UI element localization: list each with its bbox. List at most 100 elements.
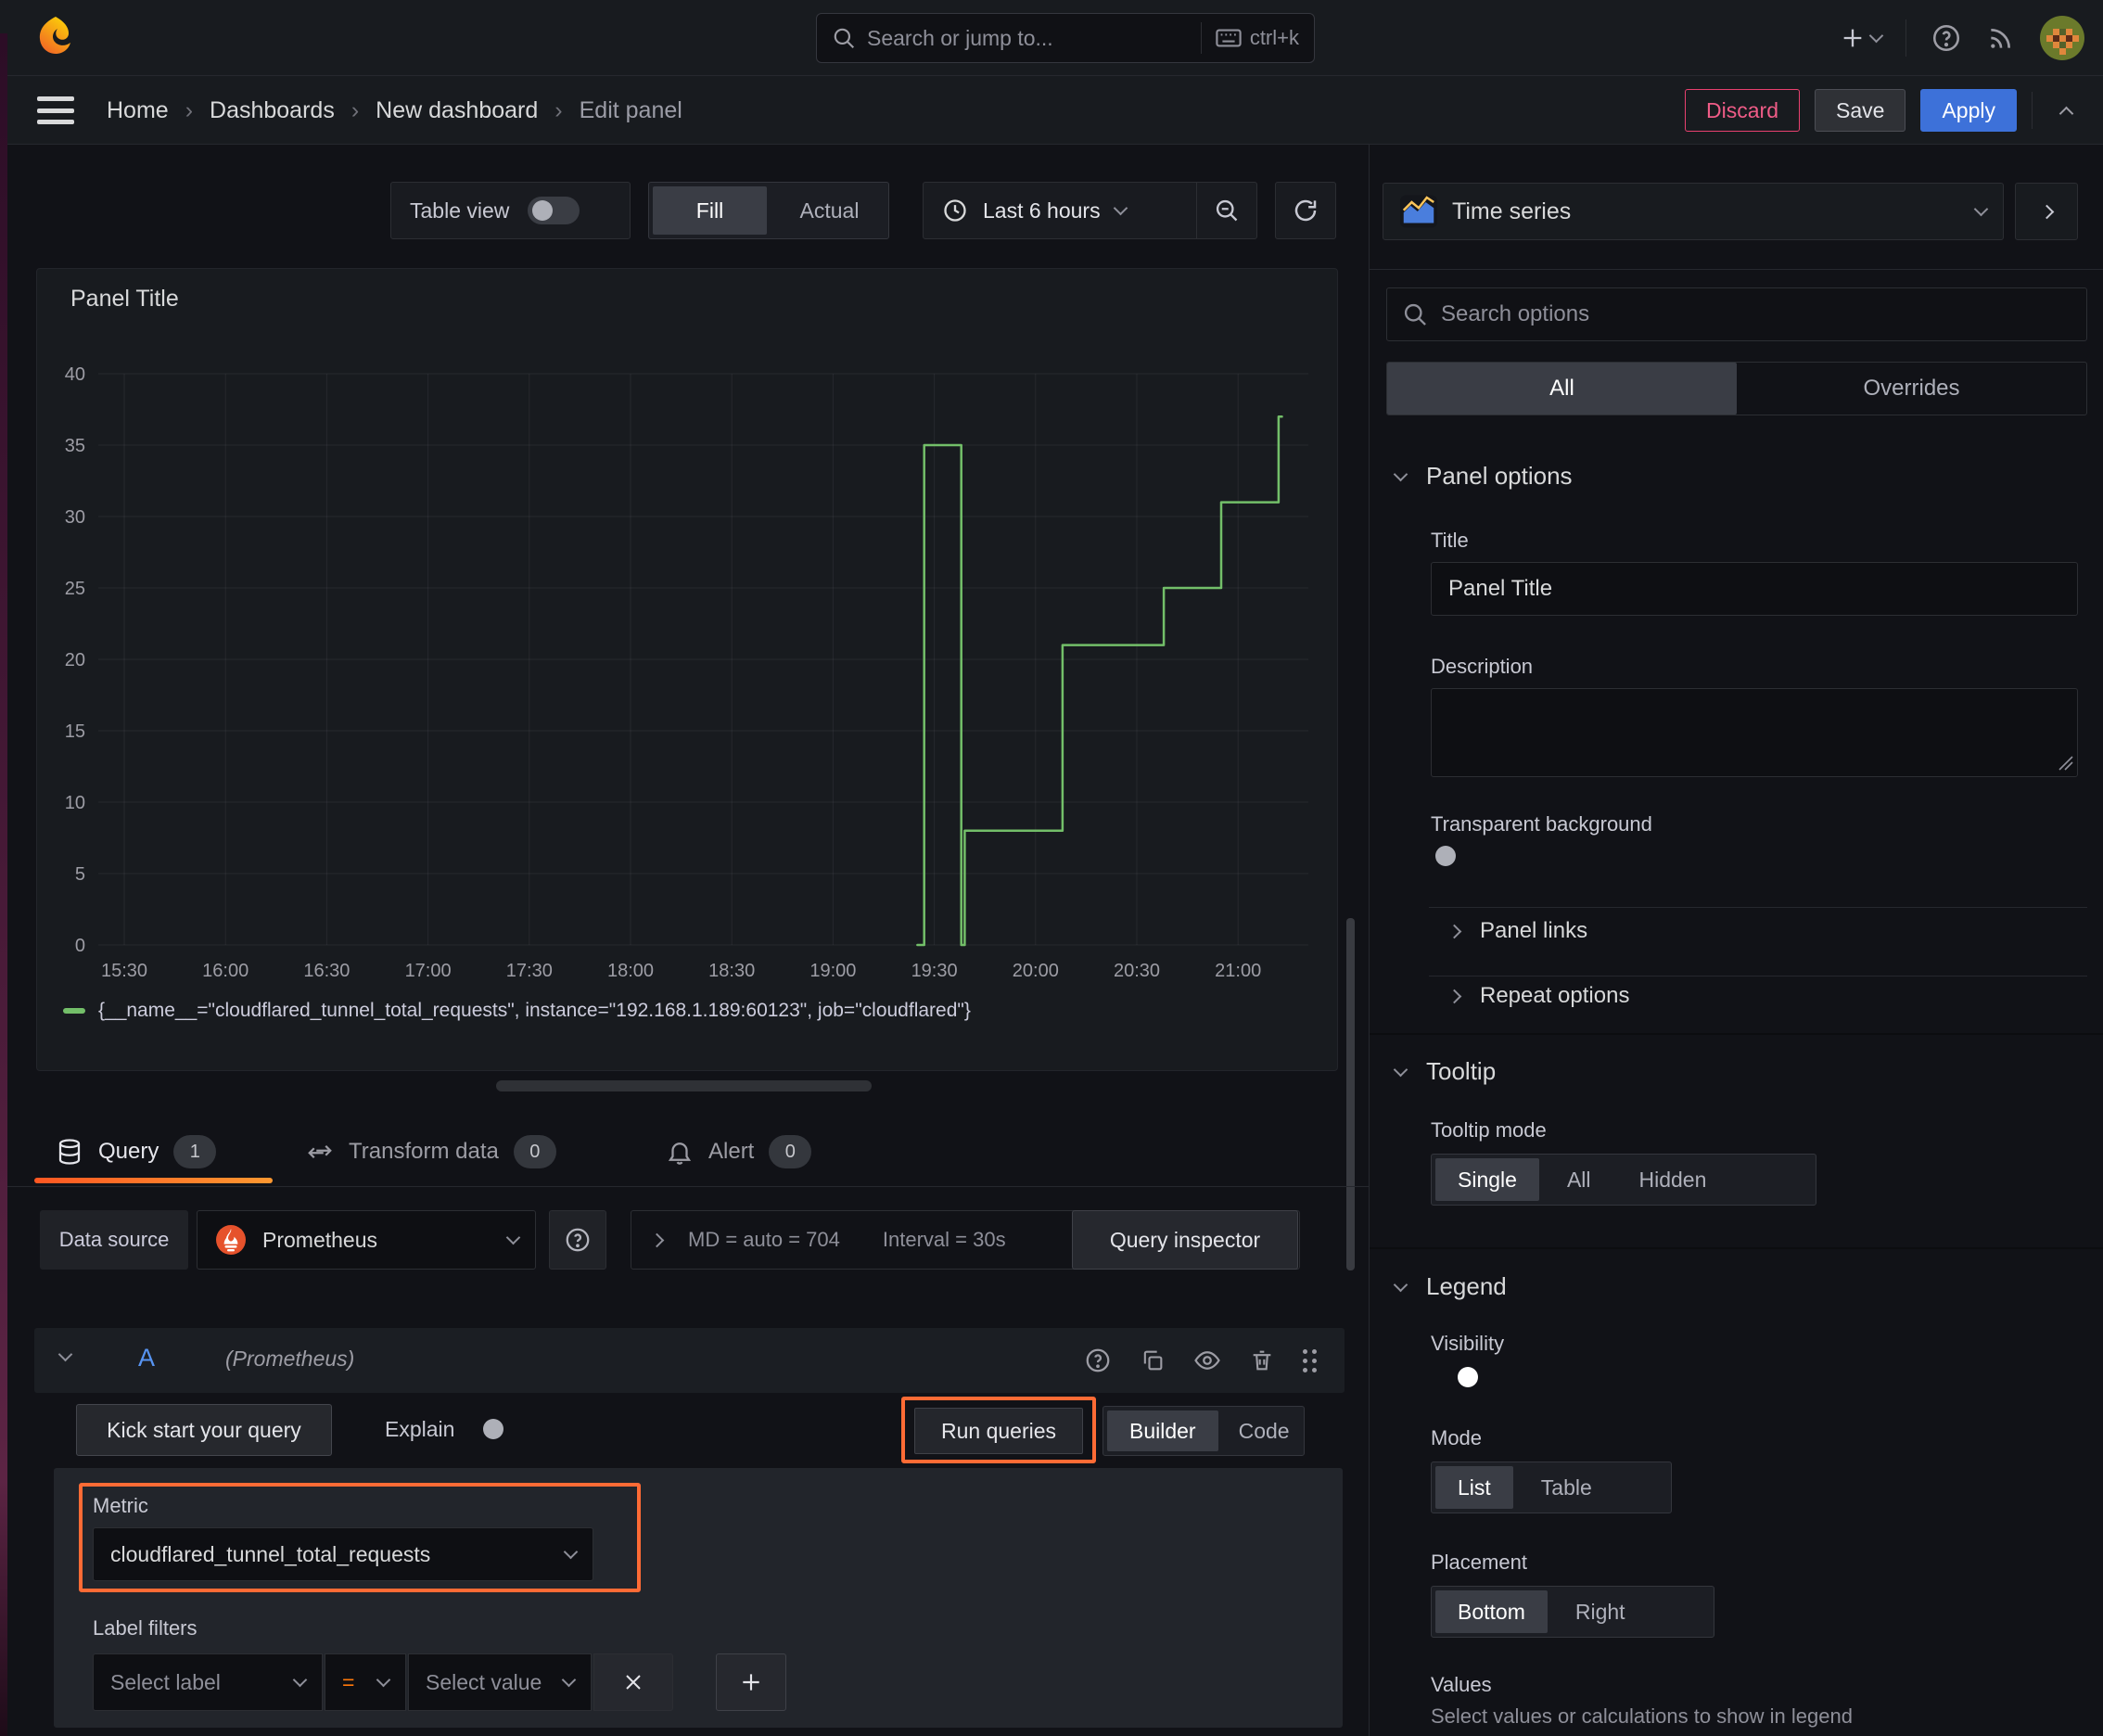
query-inspector-button[interactable]: Query inspector [1072, 1210, 1298, 1270]
placement-bottom-option[interactable]: Bottom [1435, 1590, 1548, 1633]
builder-code-segment: Builder Code [1102, 1406, 1305, 1456]
panel-options-section-header[interactable]: Panel options [1393, 462, 1573, 491]
query-count-badge: 1 [173, 1135, 217, 1168]
title-label: Title [1431, 529, 1469, 552]
tab-alert[interactable]: Alert 0 [666, 1124, 812, 1180]
builder-option[interactable]: Builder [1107, 1410, 1218, 1451]
chevron-down-icon [292, 1672, 308, 1688]
tab-all[interactable]: All [1387, 363, 1737, 415]
query-help-button[interactable] [1084, 1347, 1112, 1374]
clock-icon [944, 199, 966, 222]
svg-text:17:00: 17:00 [405, 961, 452, 981]
run-queries-button[interactable]: Run queries [914, 1408, 1083, 1454]
delete-query-button[interactable] [1249, 1347, 1275, 1373]
query-row-header[interactable]: A (Prometheus) [34, 1328, 1345, 1393]
menu-toggle-button[interactable] [37, 96, 74, 124]
chevron-down-icon [1973, 201, 1989, 217]
select-value-dropdown[interactable]: Select value [408, 1653, 592, 1711]
remove-filter-button[interactable] [593, 1653, 673, 1711]
all-overrides-tabs: All Overrides [1386, 362, 2087, 415]
new-menu-button[interactable] [1840, 25, 1884, 51]
time-series-chart[interactable]: 0 5 10 15 20 25 30 35 40 15:30 16:00 16:30 17:00 17:3… [37, 269, 1339, 1002]
grafana-logo[interactable] [33, 15, 78, 61]
panel-description-input[interactable] [1431, 688, 2078, 777]
tooltip-section-header[interactable]: Tooltip [1393, 1057, 1496, 1086]
legend-section-header[interactable]: Legend [1393, 1272, 1507, 1301]
breadcrumb-dashboards[interactable]: Dashboards [210, 97, 335, 124]
collapse-query-icon[interactable] [57, 1347, 73, 1362]
trash-icon [1253, 1350, 1271, 1371]
scrollbar-thumb[interactable] [1346, 918, 1355, 1270]
svg-text:16:30: 16:30 [303, 961, 350, 981]
legend-table-option[interactable]: Table [1517, 1466, 1616, 1509]
legend-values-label: Values [1431, 1673, 1492, 1696]
global-search[interactable]: ctrl+k [816, 13, 1315, 63]
user-avatar[interactable] [2040, 16, 2084, 60]
repeat-options-section-header[interactable]: Repeat options [1447, 983, 1629, 1009]
chart-legend[interactable]: {__name__="cloudflared_tunnel_total_requ… [63, 1000, 971, 1022]
tooltip-all-option[interactable]: All [1543, 1158, 1615, 1201]
save-button[interactable]: Save [1815, 89, 1906, 132]
select-label-dropdown[interactable]: Select label [93, 1653, 323, 1711]
discard-button[interactable]: Discard [1685, 89, 1801, 132]
tooltip-mode-label: Tooltip mode [1431, 1118, 1547, 1142]
max-data-points-stat: MD = auto = 704 [688, 1228, 840, 1251]
chevron-down-icon [1868, 28, 1884, 44]
breadcrumb-edit-panel: Edit panel [579, 96, 682, 123]
visualization-picker[interactable]: Time series [1383, 183, 2004, 240]
datasource-help-button[interactable] [549, 1210, 606, 1270]
datasource-picker[interactable]: Prometheus [197, 1210, 536, 1270]
collapse-header-button[interactable] [2047, 92, 2084, 129]
toggle-visibility-button[interactable] [1193, 1347, 1221, 1374]
collapse-sidebar-button[interactable] [2015, 183, 2078, 240]
svg-text:10: 10 [65, 793, 85, 813]
svg-text:25: 25 [65, 579, 85, 599]
code-option[interactable]: Code [1222, 1410, 1306, 1451]
legend-list-option[interactable]: List [1435, 1466, 1513, 1509]
top-nav-bar: ctrl+k [0, 0, 2103, 76]
table-view-control: Table view [390, 182, 631, 239]
help-icon [566, 1228, 590, 1252]
transparent-background-label: Transparent background [1431, 812, 1652, 836]
add-filter-button[interactable] [716, 1653, 786, 1711]
svg-text:19:30: 19:30 [911, 961, 958, 981]
query-builder-card: Metric cloudflared_tunnel_total_requests… [54, 1468, 1343, 1728]
apply-button[interactable]: Apply [1920, 89, 2017, 132]
help-button[interactable] [1931, 22, 1962, 54]
options-search[interactable] [1386, 287, 2087, 341]
tab-query[interactable]: Query 1 [56, 1124, 217, 1180]
tooltip-hidden-option[interactable]: Hidden [1615, 1158, 1731, 1201]
refresh-button[interactable] [1275, 182, 1336, 239]
options-search-input[interactable] [1441, 301, 2071, 327]
legend-values-help: Select values or calculations to show in… [1431, 1704, 1853, 1728]
fill-option[interactable]: Fill [653, 186, 767, 235]
chevron-right-icon: › [185, 96, 194, 123]
metric-select[interactable]: cloudflared_tunnel_total_requests [93, 1527, 593, 1581]
drag-query-handle[interactable] [1303, 1348, 1317, 1372]
tab-overrides[interactable]: Overrides [1737, 363, 2086, 415]
breadcrumb-home[interactable]: Home [107, 97, 169, 124]
time-range-picker[interactable]: Last 6 hours [924, 183, 1197, 238]
svg-text:17:30: 17:30 [506, 961, 553, 981]
divider [1905, 19, 1906, 57]
panel-links-section-header[interactable]: Panel links [1447, 918, 1587, 944]
svg-text:20:00: 20:00 [1013, 961, 1059, 981]
table-view-toggle[interactable] [528, 197, 580, 224]
news-button[interactable] [1986, 23, 2016, 53]
actual-option[interactable]: Actual [771, 186, 888, 235]
avatar-pixel-art [2058, 34, 2066, 42]
panel-resize-handle[interactable] [496, 1080, 872, 1091]
placement-right-option[interactable]: Right [1551, 1590, 1650, 1633]
breadcrumb-new-dashboard[interactable]: New dashboard [376, 97, 538, 124]
duplicate-query-button[interactable] [1140, 1347, 1166, 1373]
kick-start-query-button[interactable]: Kick start your query [76, 1404, 332, 1456]
svg-text:35: 35 [65, 436, 85, 456]
tab-transform-data[interactable]: Transform data 0 [306, 1124, 556, 1180]
zoom-out-button[interactable] [1197, 183, 1256, 238]
tooltip-single-option[interactable]: Single [1435, 1158, 1539, 1201]
operator-dropdown[interactable]: = [325, 1653, 406, 1711]
chevron-right-icon [2039, 204, 2054, 219]
search-input[interactable] [867, 25, 1190, 51]
panel-title-input[interactable] [1431, 562, 2078, 616]
legend-placement-segment: Bottom Right [1431, 1586, 1714, 1638]
